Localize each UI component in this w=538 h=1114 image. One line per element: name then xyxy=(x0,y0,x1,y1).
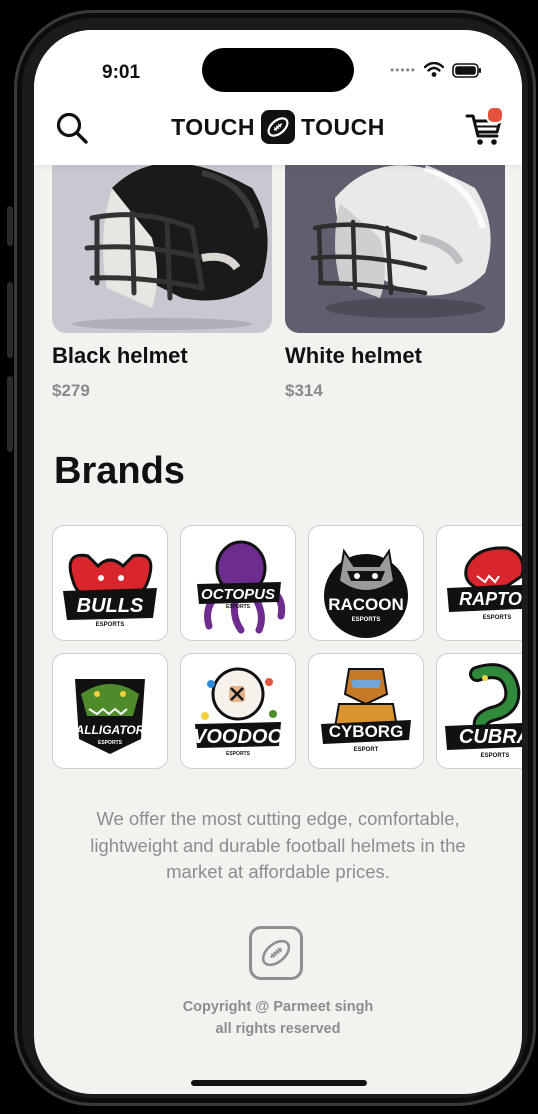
product-card-black-helmet[interactable]: Black helmet $279 xyxy=(52,158,272,401)
brand-logo-text: OCTOPUS xyxy=(201,586,275,603)
product-price: $279 xyxy=(52,381,90,400)
brand-logo-subtext: ESPORTS xyxy=(98,740,123,746)
home-indicator[interactable] xyxy=(191,1080,367,1086)
brand-tile-racoon[interactable]: RACOON ESPORTS xyxy=(308,525,424,641)
product-name: White helmet xyxy=(285,343,422,368)
football-logo-icon xyxy=(249,926,303,980)
brand-logo-subtext: ESPORTS xyxy=(483,615,512,621)
raptor-icon: RAPTOR ESPORTS xyxy=(447,546,522,621)
brand-logo-text: BULLS xyxy=(77,595,144,617)
voodoo-icon: VOODOO ESPORTS xyxy=(193,667,283,757)
page-content: Black helmet $279 White helmet $314 Bran… xyxy=(34,30,522,1094)
brand-tile-raptor[interactable]: RAPTOR ESPORTS xyxy=(436,525,522,641)
product-name: Black helmet xyxy=(52,343,188,368)
alligator-icon: ALLIGATOR ESPORTS xyxy=(75,679,145,754)
white-helmet-image xyxy=(285,158,505,333)
product-card-white-helmet[interactable]: White helmet $314 xyxy=(285,158,505,401)
brand-logo-text: CUBRA xyxy=(459,726,522,748)
brand-tile-cobra[interactable]: CUBRA ESPORTS xyxy=(436,653,522,769)
brand-logo-subtext: ESPORTS xyxy=(226,604,251,610)
action-button xyxy=(7,206,13,246)
phone-screen: Black helmet $279 White helmet $314 Bran… xyxy=(34,30,522,1094)
dynamic-island xyxy=(202,48,354,92)
black-helmet-image xyxy=(52,158,272,333)
racoon-icon: RACOON ESPORTS xyxy=(324,548,408,638)
brand-tile-cyborg[interactable]: CYBORG ESPORT xyxy=(308,653,424,769)
football-icon xyxy=(261,110,295,144)
status-icons: ••••• xyxy=(390,62,482,78)
brand-tile-voodoo[interactable]: VOODOO ESPORTS xyxy=(180,653,296,769)
bull-icon: BULLS ESPORTS xyxy=(63,553,157,628)
brand-logo[interactable]: TOUCH TOUCH xyxy=(34,110,522,144)
logo-text-left: TOUCH xyxy=(171,113,255,140)
wifi-icon xyxy=(424,62,444,77)
brand-logo-text: RACOON xyxy=(328,595,404,614)
brand-logo-subtext: ESPORTS xyxy=(352,617,381,623)
copyright-line: Copyright @ Parmeet singh xyxy=(182,999,374,1015)
brand-tile-octopus[interactable]: OCTOPUS ESPORTS xyxy=(180,525,296,641)
brand-logo-subtext: ESPORTS xyxy=(226,751,251,757)
brand-logo-subtext: ESPORT xyxy=(354,747,379,753)
brands-heading: Brands xyxy=(54,450,185,492)
brand-logo-text: RAPTOR xyxy=(459,589,522,609)
logo-text-right: TOUCH xyxy=(301,113,385,140)
brand-tile-bulls[interactable]: BULLS ESPORTS xyxy=(52,525,168,641)
cobra-icon: CUBRA ESPORTS xyxy=(445,663,522,759)
volume-up-button xyxy=(7,282,13,358)
volume-down-button xyxy=(7,376,13,452)
product-price: $314 xyxy=(285,381,323,400)
brand-logo-subtext: ESPORTS xyxy=(96,622,125,628)
cart-button[interactable] xyxy=(464,106,504,148)
brand-tile-alligator[interactable]: ALLIGATOR ESPORTS xyxy=(52,653,168,769)
battery-icon xyxy=(452,62,481,78)
octopus-icon: OCTOPUS ESPORTS xyxy=(197,540,286,634)
copyright-line: all rights reserved xyxy=(215,1021,341,1037)
footer-description: We offer the most cutting edge, comforta… xyxy=(90,808,466,882)
brand-logo-text: CYBORG xyxy=(329,722,404,741)
copyright: Copyright @ Parmeet singh all rights res… xyxy=(34,996,522,1040)
cellular-signal-icon: ••••• xyxy=(389,63,416,77)
brand-logo-text: ALLIGATOR xyxy=(75,723,145,737)
cyborg-icon: CYBORG ESPORT xyxy=(321,668,411,753)
brand-logo-subtext: ESPORTS xyxy=(481,753,510,759)
brand-logo-text: VOODOO xyxy=(193,726,283,748)
status-time: 9:01 xyxy=(102,62,141,83)
